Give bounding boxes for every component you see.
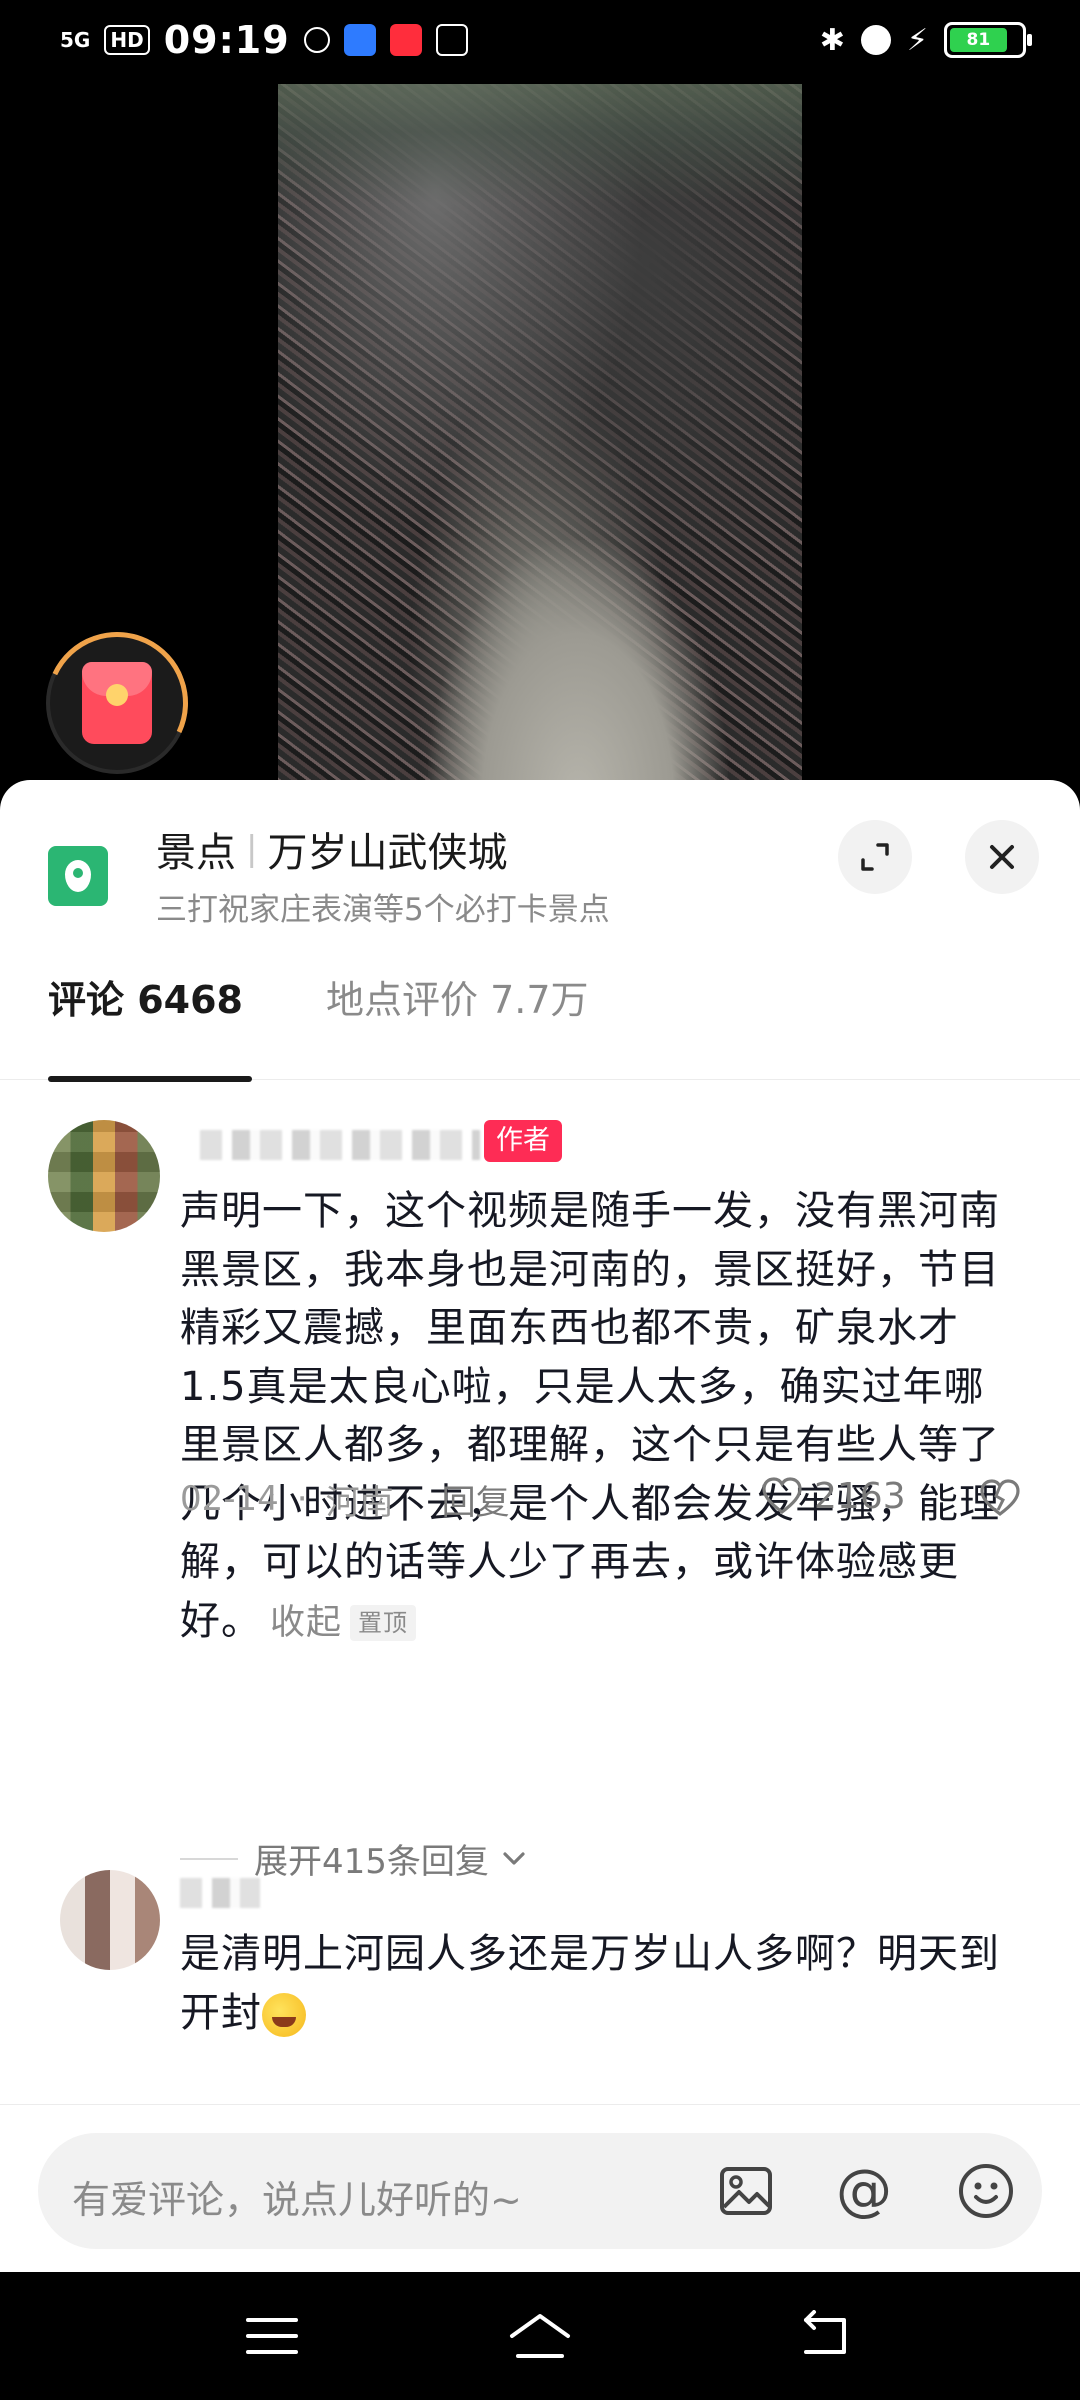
avatar[interactable] xyxy=(60,1870,160,1970)
charging-icon: ⚡ xyxy=(906,22,928,58)
dislike-icon[interactable] xyxy=(978,1476,1022,1520)
hd-indicator: HD xyxy=(104,25,150,55)
username-blurred[interactable] xyxy=(200,1130,480,1160)
app-notification-icon xyxy=(435,24,468,56)
location-name: 万岁山武侠城 xyxy=(267,830,508,876)
tab-indicator xyxy=(48,1076,252,1082)
back-icon[interactable] xyxy=(796,2310,852,2362)
comment-date: 02-14 xyxy=(180,1479,279,1519)
comment-input[interactable]: 有爱评论，说点儿好听的~ @ xyxy=(38,2133,1042,2249)
location-category: 景点 xyxy=(156,830,236,876)
comment-input-placeholder: 有爱评论，说点儿好听的~ xyxy=(72,2178,522,2222)
expand-button[interactable] xyxy=(838,820,912,894)
expand-replies-button[interactable]: 展开415条回复 xyxy=(180,1834,531,1883)
username-blurred[interactable] xyxy=(180,1878,260,1908)
app-notification-icon xyxy=(343,24,376,56)
comment-text[interactable]: 是清明上河园人多还是万岁山人多啊？明天到开封 xyxy=(180,1925,1020,2042)
pinned-tag: 置顶 xyxy=(350,1604,417,1641)
location-title: 景点 | 万岁山武侠城 xyxy=(156,820,507,878)
red-packet-button[interactable] xyxy=(25,611,209,795)
mention-button[interactable]: @ xyxy=(832,2159,896,2223)
tab-bar: 评论 6468 地点评价 7.7万 xyxy=(0,970,1080,1082)
battery-indicator: 81 xyxy=(944,22,1032,58)
laughing-emoji-icon xyxy=(262,1992,306,2037)
red-packet-icon xyxy=(82,662,152,744)
hotspot-icon xyxy=(303,27,330,53)
image-button[interactable] xyxy=(714,2159,778,2223)
reply-button[interactable]: 回复 xyxy=(442,1475,510,1524)
status-bar: 5G HD 09:19 ✱ ⚡ 81 xyxy=(0,0,1080,84)
menu-icon[interactable] xyxy=(244,2310,300,2362)
expand-icon xyxy=(861,843,889,871)
chevron-down-icon xyxy=(503,1851,525,1865)
video-frame[interactable] xyxy=(278,84,802,800)
image-icon xyxy=(720,2167,772,2215)
bluetooth-icon: ✱ xyxy=(819,22,845,58)
close-button[interactable] xyxy=(965,820,1039,894)
comment-region: 河南 xyxy=(325,1482,394,1523)
tab-comments[interactable]: 评论 6468 xyxy=(48,970,243,1030)
at-icon: @ xyxy=(836,2158,892,2223)
author-badge: 作者 xyxy=(484,1120,562,1162)
location-header[interactable]: 景点 | 万岁山武侠城 三打祝家庄表演等5个必打卡景点 xyxy=(0,780,1080,930)
emoji-button[interactable] xyxy=(954,2159,1018,2223)
signal-indicator: 5G xyxy=(60,28,91,52)
emoji-icon xyxy=(959,2164,1013,2218)
comment-sheet: 景点 | 万岁山武侠城 三打祝家庄表演等5个必打卡景点 评论 6468 地点评价… xyxy=(0,780,1080,2272)
like-count: 2163 xyxy=(814,1475,906,1517)
comment-text[interactable]: 声明一下，这个视频是随手一发，没有黑河南黑景区，我本身也是河南的，景区挺好，节目… xyxy=(180,1182,1020,1652)
app-notification-icon xyxy=(389,24,422,56)
status-time: 09:19 xyxy=(163,18,290,62)
like-button[interactable]: 2163 xyxy=(760,1474,906,1518)
home-icon[interactable] xyxy=(508,2310,572,2362)
comment-meta: 02-14 · 河南 回复 xyxy=(180,1474,1040,1524)
collapse-link[interactable]: 收起 xyxy=(270,1603,342,1643)
alarm-icon xyxy=(860,25,891,55)
location-pin-icon xyxy=(48,846,108,906)
comment-input-bar: 有爱评论，说点儿好听的~ @ xyxy=(0,2104,1080,2272)
heart-icon xyxy=(762,1477,802,1515)
system-nav-bar xyxy=(0,2272,1080,2400)
avatar[interactable] xyxy=(48,1120,160,1232)
video-player[interactable] xyxy=(0,84,1080,800)
close-icon xyxy=(990,845,1014,869)
tab-location-rating[interactable]: 地点评价 7.7万 xyxy=(326,970,589,1030)
location-subtitle: 三打祝家庄表演等5个必打卡景点 xyxy=(156,892,610,928)
